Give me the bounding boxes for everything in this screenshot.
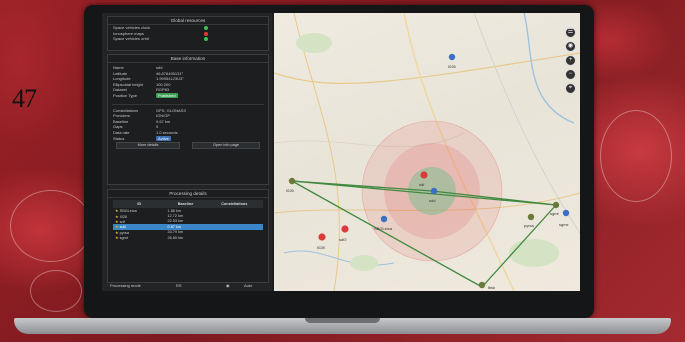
map-canvas[interactable]: I026 I026 sdf sdd SBGLeica I028 sdf2 pyr… bbox=[274, 13, 580, 291]
contour-line bbox=[600, 110, 672, 202]
open-info-page-button[interactable]: Open info page bbox=[192, 142, 260, 150]
base-information-title: Base information bbox=[108, 55, 268, 63]
base-information-panel: Base information Name sdd Latitude 46.8784… bbox=[107, 54, 269, 185]
contour-line bbox=[30, 270, 82, 312]
map-pin-lbsk[interactable]: lbsk bbox=[478, 281, 495, 290]
star-icon: ★ bbox=[115, 218, 119, 224]
plus-icon[interactable]: + bbox=[565, 55, 576, 66]
svg-text:pyrsa: pyrsa bbox=[524, 223, 535, 228]
svg-text:sgmt: sgmt bbox=[550, 211, 560, 216]
svg-text:I026: I026 bbox=[286, 188, 295, 193]
map-view[interactable]: I026 I026 sdf sdd SBGLeica I028 sdf2 pyr… bbox=[274, 13, 580, 291]
svg-text:I026: I026 bbox=[448, 64, 457, 69]
svg-text:I028: I028 bbox=[317, 245, 326, 250]
status-badge: Active bbox=[156, 135, 171, 141]
svg-text:sdf: sdf bbox=[419, 182, 425, 187]
star-icon: ★ bbox=[115, 224, 119, 230]
svg-text:SBGLeica: SBGLeica bbox=[374, 226, 393, 231]
star-icon: ★ bbox=[115, 213, 119, 219]
status-green-icon bbox=[204, 37, 208, 42]
svg-text:sdd: sdd bbox=[429, 198, 435, 203]
page-number: 47 bbox=[12, 84, 37, 113]
map-pin-sgmx[interactable]: sgmx bbox=[559, 209, 570, 227]
row-id: sdd bbox=[119, 225, 126, 230]
info-key: Position Type bbox=[113, 92, 137, 98]
processing-mode-option[interactable]: Auto bbox=[244, 283, 252, 288]
processing-mode-bar: Processing mode RS ◉ Auto bbox=[102, 283, 272, 291]
target-icon[interactable]: ◉ bbox=[565, 41, 576, 52]
svg-text:sdf2: sdf2 bbox=[339, 237, 347, 242]
row-id: I026 bbox=[119, 214, 128, 219]
global-resources-title: Global resources bbox=[108, 17, 268, 25]
row-id: sdf bbox=[119, 219, 125, 224]
global-resources-panel: Global resources Space vehicles clock Io… bbox=[107, 16, 269, 51]
processing-mode-value[interactable]: RS bbox=[176, 283, 182, 288]
left-panel: Global resources Space vehicles clock Io… bbox=[102, 13, 272, 291]
map-pin-I026[interactable]: I026 bbox=[448, 53, 457, 69]
layers-icon[interactable]: ☰ bbox=[565, 27, 576, 38]
column-header[interactable]: Constellations bbox=[205, 200, 263, 208]
map-pin-pyrsa[interactable]: pyrsa bbox=[524, 213, 535, 228]
minus-icon[interactable]: − bbox=[565, 69, 576, 80]
star-icon: ★ bbox=[115, 229, 119, 235]
map-pin-sdf2[interactable]: sdf2 bbox=[339, 225, 349, 242]
row-id: sgmt bbox=[119, 236, 128, 241]
road bbox=[274, 52, 580, 84]
more-details-button[interactable]: More details bbox=[116, 142, 180, 150]
processing-table: ID Baseline Constellations ★ SBGLeica 1.8… bbox=[113, 200, 263, 240]
forest-area bbox=[350, 255, 378, 271]
column-header[interactable]: Baseline bbox=[165, 200, 206, 208]
locate-icon[interactable]: ⌖ bbox=[565, 83, 576, 94]
position-type-badge: Published bbox=[156, 92, 178, 98]
person-icon: ★ bbox=[115, 208, 119, 214]
processing-details-panel: Processing details ID Baseline Constella… bbox=[107, 189, 269, 283]
status-green-icon bbox=[204, 26, 208, 30]
table-header: ID Baseline Constellations bbox=[113, 200, 263, 208]
svg-text:sgmx: sgmx bbox=[559, 222, 569, 227]
svg-text:lbsk: lbsk bbox=[488, 285, 495, 290]
eye-icon[interactable]: ◉ bbox=[226, 283, 230, 288]
processing-mode-label: Processing mode bbox=[110, 283, 141, 288]
row-id: pyrsa bbox=[119, 230, 129, 235]
status-red-icon bbox=[204, 31, 208, 36]
laptop-notch bbox=[305, 318, 380, 323]
forest-area bbox=[296, 33, 332, 53]
info-row: Position Type Published bbox=[108, 92, 268, 99]
laptop-screen: Global resources Space vehicles clock Io… bbox=[102, 13, 580, 291]
forest-area bbox=[509, 239, 559, 267]
resource-label: Space vehicles orbit bbox=[113, 36, 149, 42]
processing-details-title: Processing details bbox=[108, 190, 268, 198]
table-row[interactable]: ★ sgmt 26.80 km bbox=[113, 235, 263, 240]
map-pin-I026b[interactable]: I026 bbox=[286, 177, 296, 193]
row-id: SBGLeica bbox=[119, 209, 137, 214]
row-baseline: 26.80 km bbox=[167, 235, 184, 240]
resource-row: Space vehicles orbit bbox=[108, 36, 268, 42]
contour-line bbox=[10, 190, 92, 262]
column-header[interactable]: ID bbox=[113, 200, 166, 208]
info-actions: More details Open info page bbox=[108, 141, 268, 150]
map-pin-I028[interactable]: I028 bbox=[317, 233, 326, 250]
star-icon: ★ bbox=[115, 235, 119, 241]
